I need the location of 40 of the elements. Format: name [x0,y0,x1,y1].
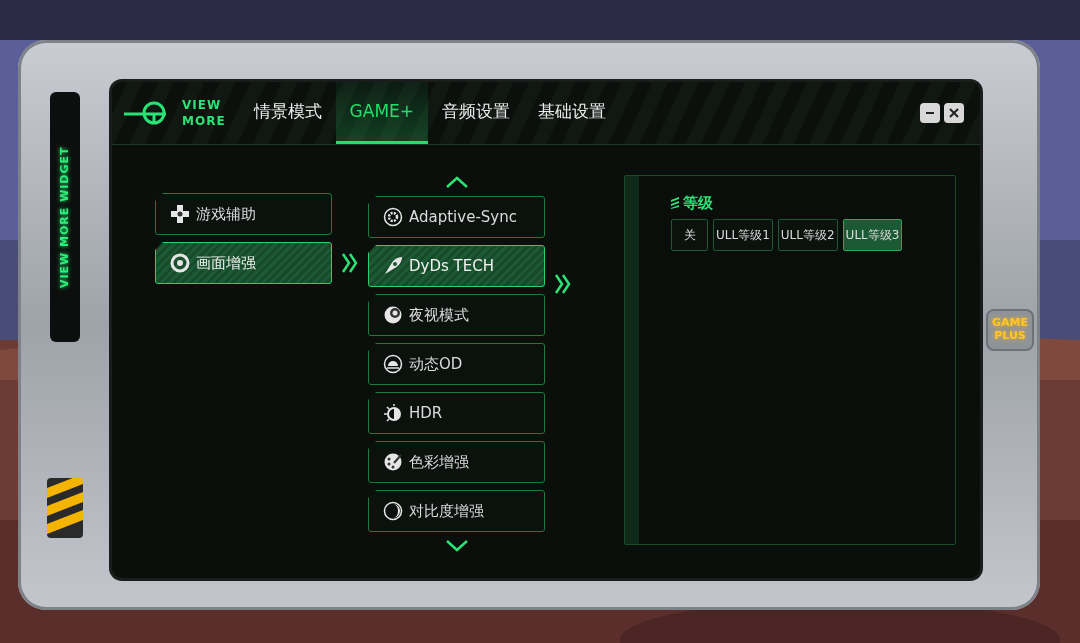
tab[interactable]: GAME+ [335,82,429,144]
stripes-icon [671,197,679,210]
menu-item[interactable]: 游戏辅助 [155,193,332,235]
gear-icon [383,207,403,227]
minimize-button[interactable] [920,103,940,123]
logo-text: VIEW [182,99,223,111]
menu-item[interactable]: 色彩增强 [368,441,545,483]
close-icon [948,107,960,119]
moon-icon [383,305,403,325]
option-button[interactable]: 关 [671,218,708,251]
menu-item[interactable]: DyDs TECH [368,245,545,287]
menu-item[interactable]: 画面增强 [155,242,332,284]
double-chevron-icon [554,273,572,295]
dpad-icon [170,204,190,224]
close-button[interactable] [944,103,964,123]
scroll-down-icon[interactable] [444,539,469,553]
badge-text: PLUS [993,330,1027,343]
section-heading: 等级 [683,193,713,214]
option-button[interactable]: ULL等级3 [842,218,903,251]
sun-icon [383,403,403,423]
logo-text: MORE [182,115,226,127]
hazard-stripes-icon [47,478,83,538]
scroll-up-icon[interactable] [444,175,469,189]
menu-item[interactable]: 动态OD [368,343,545,385]
option-button[interactable]: ULL等级2 [777,218,838,251]
badge-text: GAME [992,317,1028,330]
option-button[interactable]: ULL等级1 [713,218,773,251]
tab[interactable]: 音频设置 [428,82,525,144]
tab[interactable]: 情景模式 [239,82,336,144]
contrast-icon [383,501,403,521]
tab[interactable]: 基础设置 [524,82,621,144]
menu-item[interactable]: 夜视模式 [368,294,545,336]
ring-icon [170,253,190,273]
menu-item[interactable]: HDR [368,392,545,434]
menu-item[interactable]: Adaptive-Sync [368,196,545,238]
side-label: VIEW MORE WIDGET [56,146,72,288]
double-chevron-icon [341,252,359,274]
sunrise-icon [383,354,403,374]
palette-icon [383,452,403,472]
menu-item[interactable]: 对比度增强 [368,490,545,532]
